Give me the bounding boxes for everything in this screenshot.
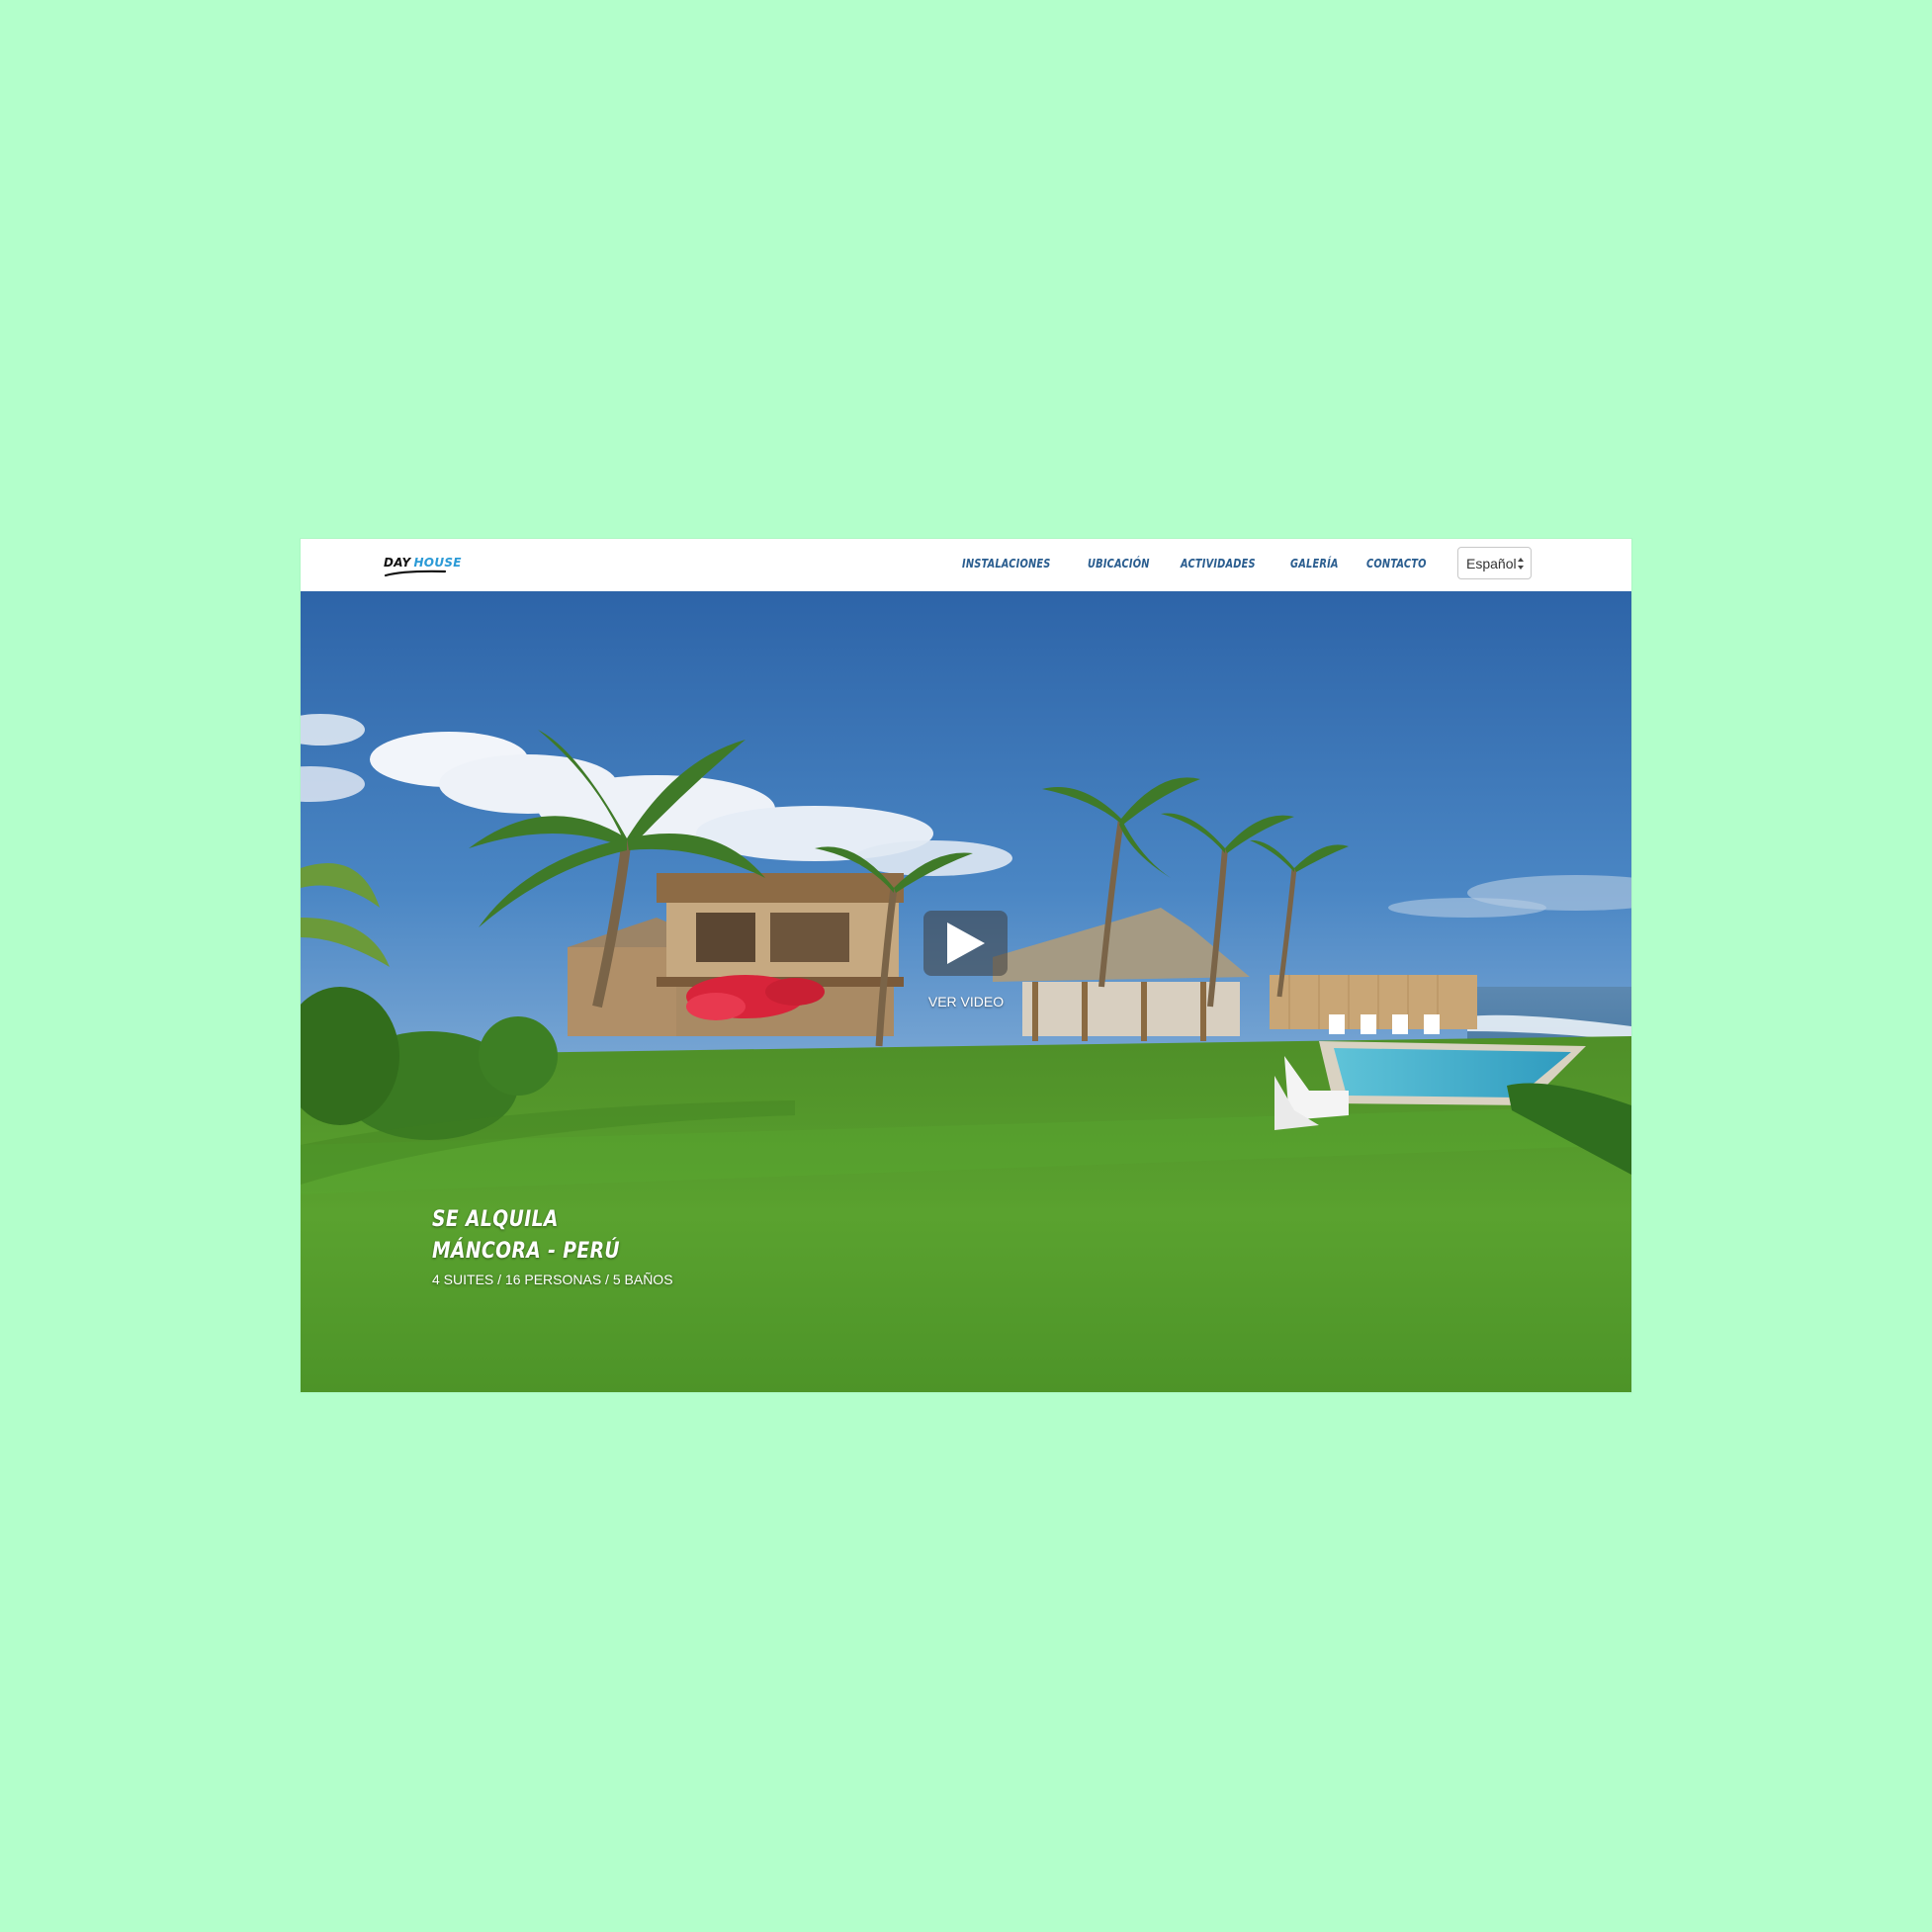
logo-word-house: HOUSE	[413, 556, 462, 570]
hero-caption: SE ALQUILA MÁNCORA - PERÚ 4 SUITES / 16 …	[432, 1204, 673, 1287]
logo[interactable]: DAY HOUSE	[384, 556, 461, 577]
nav-link-actividades[interactable]: ACTIVIDADES	[1181, 557, 1256, 571]
logo-word-day: DAY	[384, 556, 411, 570]
nav-link-instalaciones[interactable]: INSTALACIONES	[962, 557, 1051, 571]
website-frame: DAY HOUSE INSTALACIONES UBICACIÓN ACTIVID…	[301, 539, 1631, 1392]
nav-menu: INSTALACIONES UBICACIÓN ACTIVIDADES GALE…	[962, 557, 1428, 571]
language-select[interactable]: Español	[1457, 547, 1532, 579]
language-select-value: Español	[1466, 555, 1517, 571]
hero-section: VER VIDEO SE ALQUILA MÁNCORA - PERÚ 4 SU…	[301, 591, 1631, 1392]
navbar: DAY HOUSE INSTALACIONES UBICACIÓN ACTIVID…	[301, 539, 1631, 591]
play-icon	[947, 922, 985, 964]
nav-link-contacto[interactable]: CONTACTO	[1366, 557, 1427, 571]
nav-link-ubicacion[interactable]: UBICACIÓN	[1088, 557, 1150, 571]
play-video-label[interactable]: VER VIDEO	[902, 994, 1030, 1010]
nav-link-galeria[interactable]: GALERÍA	[1290, 557, 1339, 571]
hero-title-line2: MÁNCORA - PERÚ	[432, 1239, 621, 1264]
hero-subtitle: 4 SUITES / 16 PERSONAS / 5 BAÑOS	[432, 1272, 673, 1287]
play-video-button[interactable]	[923, 911, 1008, 976]
hero-title-line1: SE ALQUILA	[432, 1207, 559, 1232]
updown-arrows-icon	[1518, 558, 1524, 570]
logo-underline	[384, 570, 447, 577]
